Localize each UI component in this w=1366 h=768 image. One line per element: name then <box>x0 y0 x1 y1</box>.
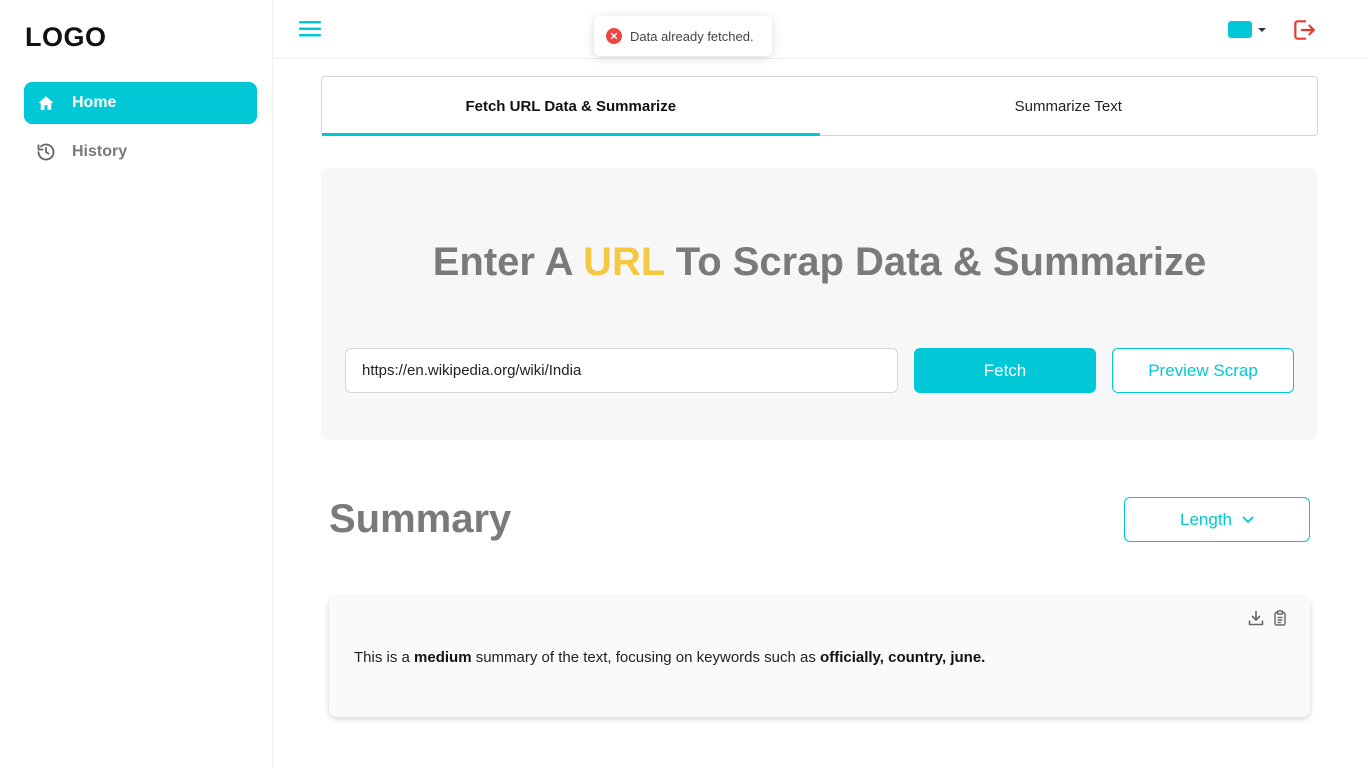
sidebar-item-home[interactable]: Home <box>24 82 257 124</box>
main-content: Fetch URL Data & Summarize Summarize Tex… <box>274 59 1366 768</box>
top-bar <box>274 0 1366 59</box>
error-icon <box>606 28 622 44</box>
summary-keywords: officially, country, june. <box>820 649 986 666</box>
tab-summarize-text[interactable]: Summarize Text <box>820 77 1318 135</box>
chevron-down-icon <box>1242 516 1254 524</box>
summary-heading: Summary <box>329 497 512 541</box>
toast-message: Data already fetched. <box>630 28 754 44</box>
title-accent: URL <box>583 240 665 284</box>
error-toast: Data already fetched. <box>594 16 772 56</box>
preview-scrap-button[interactable]: Preview Scrap <box>1112 348 1294 393</box>
clipboard-icon[interactable] <box>1272 610 1288 626</box>
summary-text: This is a medium summary of the text, fo… <box>354 649 985 666</box>
length-dropdown[interactable]: Length <box>1124 497 1310 542</box>
sidebar-item-history[interactable]: History <box>24 131 257 173</box>
hamburger-menu-icon[interactable] <box>298 19 322 39</box>
sidebar-item-label: Home <box>72 94 117 111</box>
sidebar: LOGO Home History <box>0 0 273 768</box>
theme-color-picker[interactable] <box>1228 21 1266 38</box>
history-icon <box>36 142 56 162</box>
home-icon <box>36 93 56 113</box>
tab-fetch-url[interactable]: Fetch URL Data & Summarize <box>322 77 820 136</box>
length-label: Length <box>1180 509 1232 529</box>
fetch-button[interactable]: Fetch <box>914 348 1096 393</box>
summary-text-part: This is a <box>354 649 410 666</box>
summary-length-keyword: medium <box>414 649 472 666</box>
title-suffix: To Scrap Data & Summarize <box>675 240 1207 284</box>
caret-down-icon <box>1258 27 1266 32</box>
tab-bar: Fetch URL Data & Summarize Summarize Tex… <box>321 76 1318 136</box>
card-actions <box>1248 610 1288 626</box>
url-input[interactable] <box>345 348 898 393</box>
title-prefix: Enter A <box>432 240 572 284</box>
url-fetch-panel: Enter A URL To Scrap Data & Summarize Fe… <box>321 168 1318 440</box>
summary-text-part: summary of the text, focusing on keyword… <box>475 649 816 666</box>
sidebar-item-label: History <box>72 143 128 160</box>
theme-color-swatch <box>1228 21 1252 38</box>
app-logo: LOGO <box>25 22 107 52</box>
summary-card: This is a medium summary of the text, fo… <box>329 597 1310 717</box>
logout-icon[interactable] <box>1291 17 1317 43</box>
download-icon[interactable] <box>1248 610 1264 626</box>
page-title: Enter A URL To Scrap Data & Summarize <box>321 240 1318 285</box>
